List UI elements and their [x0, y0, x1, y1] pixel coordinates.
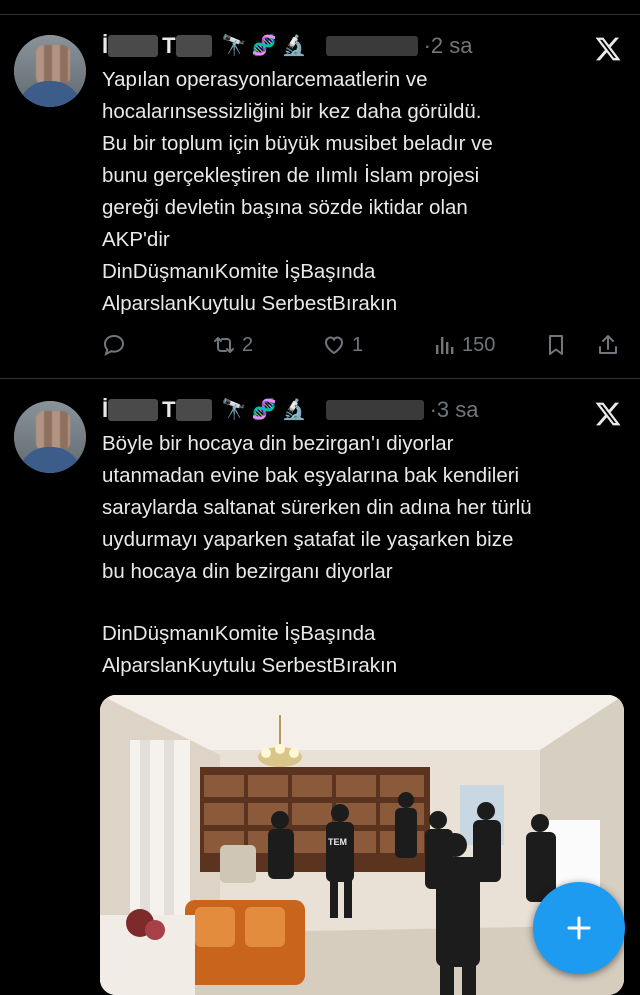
tweet-divider — [0, 378, 640, 379]
tweet-header: İ T 🔭 🧬 🔬 ·2 sa — [102, 31, 473, 61]
views-count: 150 — [462, 333, 496, 356]
bookmark-button[interactable] — [544, 328, 568, 362]
tweet-text-line: AKP'dir — [102, 228, 170, 251]
retweet-count: 2 — [242, 333, 254, 356]
tweet-1[interactable]: İ T 🔭 🧬 🔬 ·2 sa Yapılan operasyonlarcema… — [0, 18, 640, 378]
tweet-text-line: bunu gerçekleştiren de ılımlı İslam proj… — [102, 164, 480, 187]
share-icon — [599, 335, 617, 354]
tweet-text-line: AlparslanKuytulu SerbestBırakın — [102, 292, 398, 315]
author-name-redacted — [175, 35, 212, 57]
tweet-text-line: DinDüşmanıKomite İşBaşında — [102, 260, 376, 283]
tweet-text-line: Yapılan operasyonlarcemaatlerin ve — [102, 68, 428, 91]
plus-icon — [567, 916, 591, 940]
retweet-icon — [214, 337, 234, 353]
tweet-text-line: uydurmayı yaparken şatafat ile yaşarken … — [102, 528, 514, 551]
bookmark-icon — [549, 335, 563, 355]
tweet-text-line: DinDüşmanıKomite İşBaşında — [102, 622, 376, 645]
dna-icon: 🧬 — [251, 399, 277, 421]
telescope-icon: 🔭 — [221, 399, 247, 421]
compose-button[interactable] — [533, 882, 625, 974]
heart-icon — [324, 336, 344, 355]
tweet-2[interactable]: İ T 🔭 🧬 🔬 ·3 sa Böyle bir hocaya din bez… — [0, 380, 640, 995]
tweet-text-line: gereği devletin başına sözde iktidar ola… — [102, 196, 468, 219]
timestamp[interactable]: ·3 sa — [430, 397, 479, 423]
microscope-icon: 🔬 — [281, 399, 307, 421]
top-divider — [0, 14, 640, 15]
microscope-icon: 🔬 — [281, 35, 307, 57]
tweet-text-line: utanmadan evine bak eşyalarına bak kendi… — [102, 464, 520, 487]
author-handle-redacted — [325, 400, 424, 420]
reply-icon — [103, 334, 125, 357]
like-button[interactable]: 1 — [322, 328, 363, 362]
author-name-initial[interactable]: T — [162, 33, 175, 59]
tweet-text-line: Böyle bir hocaya din bezirgan'ı diyorlar — [102, 432, 454, 455]
timestamp[interactable]: ·2 sa — [424, 33, 473, 59]
dna-icon: 🧬 — [251, 35, 277, 57]
author-name-redacted — [175, 399, 212, 421]
tweet-text-line: Bu bir toplum için büyük musibet beladır… — [102, 132, 493, 155]
tweet-text-line: bu hocaya din bezirganı diyorlar — [102, 560, 393, 583]
avatar[interactable] — [14, 35, 86, 107]
author-name-redacted — [108, 399, 159, 421]
telescope-icon: 🔭 — [221, 35, 247, 57]
tweet-text: Yapılan operasyonlarcemaatlerin ve hocal… — [102, 64, 622, 320]
author-name-redacted — [108, 35, 159, 57]
tweet-text: Böyle bir hocaya din bezirgan'ı diyorlar… — [102, 428, 622, 682]
like-count: 1 — [352, 333, 364, 356]
x-logo-icon[interactable] — [594, 400, 622, 428]
tweet-header: İ T 🔭 🧬 🔬 ·3 sa — [102, 395, 479, 425]
tweet-text-line: hocalarınsessizliğini bir kez daha görül… — [102, 100, 482, 123]
x-logo-icon[interactable] — [594, 35, 622, 63]
tweet-actions: 2 1 150 — [102, 328, 624, 362]
share-button[interactable] — [596, 328, 620, 362]
reply-button[interactable] — [102, 328, 126, 362]
author-handle-redacted — [325, 36, 418, 56]
tweet-text-line: AlparslanKuytulu SerbestBırakın — [102, 654, 398, 677]
views-button[interactable]: 150 — [432, 328, 495, 362]
views-icon — [436, 337, 454, 354]
vest-label: TEM — [328, 837, 347, 847]
retweet-button[interactable]: 2 — [212, 328, 253, 362]
tweet-text-line: saraylarda saltanat sürerken din adına h… — [102, 496, 532, 519]
author-name-initial[interactable]: T — [162, 397, 175, 423]
avatar[interactable] — [14, 401, 86, 473]
